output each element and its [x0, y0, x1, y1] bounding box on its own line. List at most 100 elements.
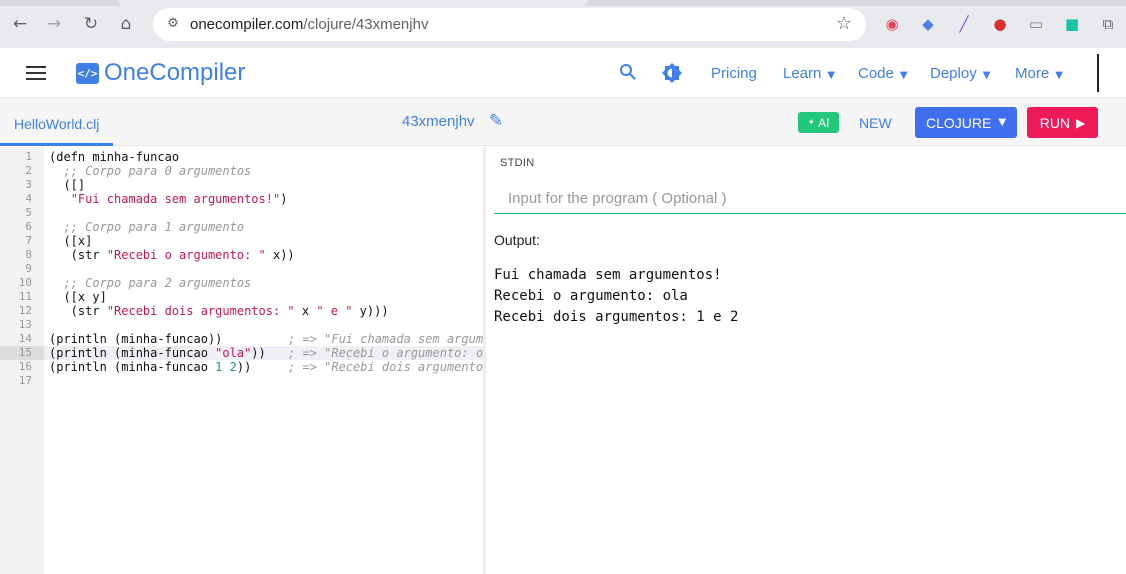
green-app-icon[interactable]: ■ — [1062, 13, 1082, 35]
nav-code-label: Code — [858, 65, 894, 82]
tab-file[interactable]: HelloWorld.clj — [14, 116, 99, 132]
blue-diamond-icon[interactable]: ◆ — [918, 13, 938, 35]
code-text: (println (minha-funcao)) — [49, 332, 223, 346]
code-line[interactable]: 1 (defn minha-funcao — [0, 150, 483, 164]
line-number: 9 — [25, 262, 32, 275]
home-icon[interactable]: ⌂ — [113, 11, 139, 37]
code-text: ;; Corpo para 1 argumento — [49, 220, 245, 234]
code-title[interactable]: 43xmenjhv — [402, 113, 475, 130]
arrow-right-icon[interactable]: → — [41, 11, 67, 37]
output-label: Output: — [494, 232, 540, 248]
code-text: ([] — [49, 178, 86, 192]
code-line[interactable]: 7 ([x] — [0, 234, 483, 248]
arrow-left-icon[interactable]: ← — [7, 11, 33, 37]
stdin-input[interactable] — [494, 184, 1126, 214]
ai-button[interactable]: ✦ AI — [798, 112, 839, 133]
url-text[interactable]: onecompiler.com/clojure/43xmenjhv — [190, 16, 428, 33]
editor-toolbar: HelloWorld.clj 43xmenjhv ✎ ✦ AI NEW CLOJU… — [0, 98, 1126, 146]
browser-toolbar: ← → ↻ ⌂ ⚙ onecompiler.com/clojure/43xmen… — [0, 0, 1126, 48]
line-number: 14 — [18, 332, 32, 345]
chevron-down-icon: ▼ — [827, 70, 836, 81]
language-select-button[interactable]: CLOJURE ▼ — [915, 107, 1017, 138]
logo[interactable]: </> OneCompiler — [76, 59, 245, 87]
red-apple-icon[interactable]: ● — [990, 13, 1010, 35]
code-line[interactable]: 15 (println (minha-funcao "ola")) ; => "Re… — [0, 346, 483, 360]
chevron-down-icon: ▼ — [1055, 70, 1063, 81]
code-text: (println (minha-funcao "ola")) — [49, 346, 266, 360]
play-icon: ▶ — [1076, 115, 1086, 130]
code-editor[interactable]: 1 (defn minha-funcao 2 ;; Corpo para 0 arg… — [0, 147, 483, 574]
code-text: (defn minha-funcao — [49, 150, 180, 164]
pocket-icon[interactable]: ◉ — [882, 13, 902, 35]
pencil-icon[interactable]: ✎ — [489, 111, 503, 131]
code-text: (str "Recebi dois argumentos: " x " e " … — [49, 304, 389, 318]
code-line[interactable]: 13 — [0, 318, 483, 332]
output-line: Fui chamada sem argumentos! — [494, 267, 722, 283]
new-button[interactable]: NEW — [859, 115, 892, 131]
address-bar[interactable]: ⚙ onecompiler.com/clojure/43xmenjhv ☆ — [153, 8, 866, 41]
brand-name: OneCompiler — [104, 59, 246, 86]
line-number: 16 — [18, 360, 32, 373]
code-text: ([x y] — [49, 290, 107, 304]
nav-more[interactable]: More ▼ — [1015, 65, 1063, 82]
line-number: 2 — [25, 164, 32, 177]
nav-pricing[interactable]: Pricing — [711, 65, 757, 82]
theme-toggle-icon[interactable] — [662, 63, 682, 88]
nav-learn[interactable]: Learn ▼ — [783, 65, 835, 82]
search-icon[interactable] — [619, 63, 636, 85]
chevron-down-icon: ▼ — [982, 70, 991, 81]
reload-icon[interactable]: ↻ — [78, 11, 104, 37]
code-line[interactable]: 3 ([] — [0, 178, 483, 192]
code-line[interactable]: 6 ;; Corpo para 1 argumento — [0, 220, 483, 234]
code-line[interactable]: 10 ;; Corpo para 2 argumentos — [0, 276, 483, 290]
code-line[interactable]: 17 — [0, 374, 483, 388]
nav-more-label: More — [1015, 65, 1050, 82]
url-path: /clojure/43xmenjhv — [303, 16, 429, 33]
code-line[interactable]: 2 ;; Corpo para 0 argumentos — [0, 164, 483, 178]
tab-strip — [0, 0, 1126, 6]
line-number: 6 — [25, 220, 32, 233]
nav-deploy-label: Deploy — [930, 65, 977, 82]
line-number: 17 — [18, 374, 32, 387]
hamburger-menu-icon[interactable] — [26, 66, 46, 80]
nav-deploy[interactable]: Deploy ▼ — [930, 65, 990, 82]
output-line: Recebi o argumento: ola — [494, 288, 688, 304]
nav-code[interactable]: Code ▼ — [858, 65, 908, 82]
output-area: Fui chamada sem argumentos! Recebi o argu… — [494, 265, 738, 328]
chevron-down-icon: ▼ — [998, 117, 1007, 128]
feather-icon[interactable]: ╱ — [954, 13, 974, 35]
code-text: ;; Corpo para 2 argumentos — [49, 276, 252, 290]
line-number: 8 — [25, 248, 32, 261]
run-button[interactable]: RUN ▶ — [1027, 107, 1098, 138]
line-number: 7 — [25, 234, 32, 247]
inline-comment: ; => "Fui chamada sem argume — [288, 332, 483, 346]
code-line[interactable]: 12 (str "Recebi dois argumentos: " x " e… — [0, 304, 483, 318]
star-icon[interactable]: ☆ — [836, 13, 852, 34]
code-line[interactable]: 8 (str "Recebi o argumento: " x)) — [0, 248, 483, 262]
code-text: "Fui chamada sem argumentos!") — [70, 192, 288, 206]
line-number: 3 — [25, 178, 32, 191]
active-tab[interactable] — [118, 0, 588, 6]
line-number: 4 — [25, 192, 32, 205]
logo-mark-icon: </> — [76, 62, 99, 84]
code-line[interactable]: 9 — [0, 262, 483, 276]
code-text: (str "Recebi o argumento: " x)) — [49, 248, 295, 262]
code-text: (println (minha-funcao 1 2)) — [49, 360, 252, 374]
line-number: 12 — [18, 304, 32, 317]
language-label: CLOJURE — [925, 114, 992, 131]
tune-icon[interactable]: ⚙ — [164, 15, 182, 33]
url-host: onecompiler.com — [190, 16, 304, 33]
ai-button-label: AI — [818, 115, 830, 130]
code-line[interactable]: 16 (println (minha-funcao 1 2)) ; => "Rece… — [0, 360, 483, 374]
code-line[interactable]: 5 — [0, 206, 483, 220]
code-line[interactable]: 11 ([x y] — [0, 290, 483, 304]
run-button-label: RUN — [1039, 114, 1071, 131]
code-line[interactable]: 14 (println (minha-funcao)) ; => "Fui cham… — [0, 332, 483, 346]
reader-icon[interactable]: ▭ — [1026, 13, 1046, 35]
line-number: 11 — [18, 290, 32, 303]
code-text: ;; Corpo para 0 argumentos — [49, 164, 252, 178]
code-line[interactable]: 4 "Fui chamada sem argumentos!") — [0, 192, 483, 206]
puzzle-icon[interactable]: ⧉ — [1098, 13, 1118, 35]
code-text: ([x] — [49, 234, 93, 248]
inline-comment: ; => "Recebi dois argumentos — [288, 360, 483, 374]
